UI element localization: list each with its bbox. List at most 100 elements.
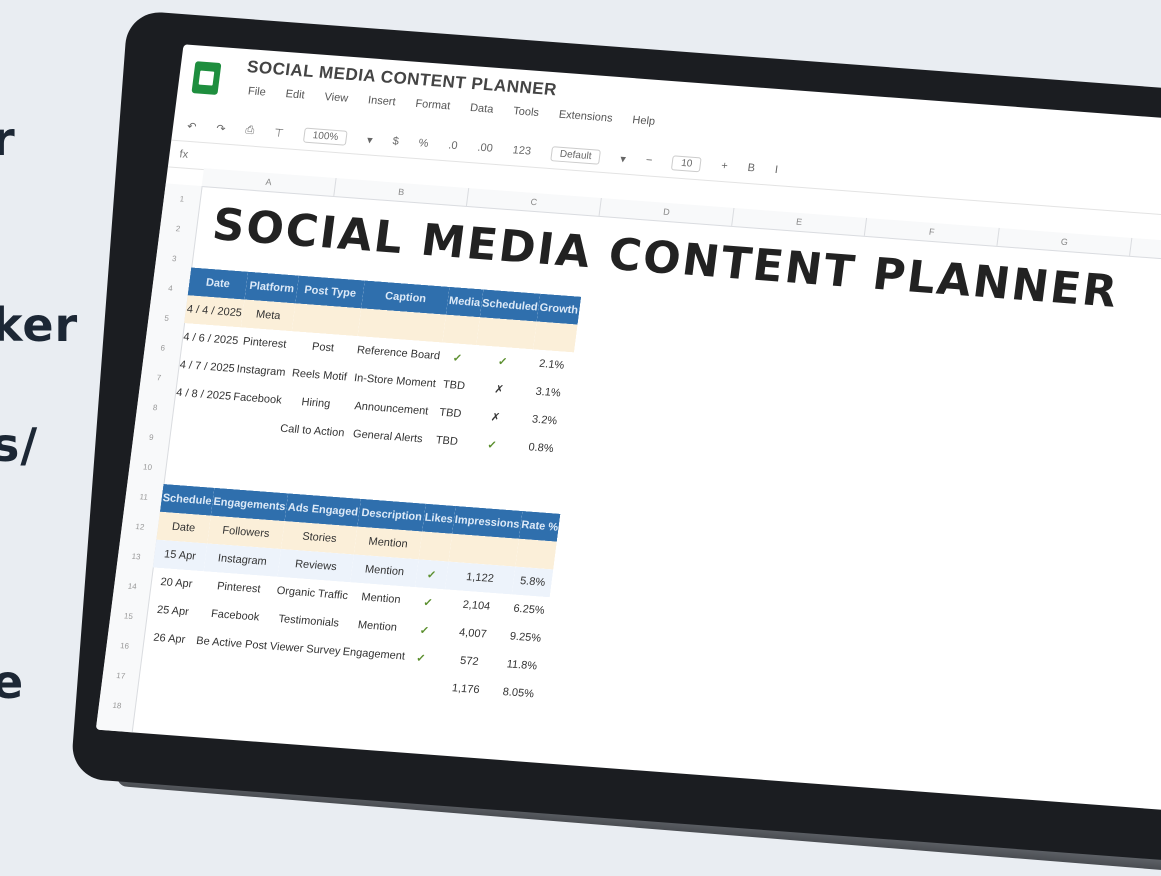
cross-icon[interactable]: ✗	[465, 401, 526, 433]
check-icon[interactable]: ✓	[462, 428, 523, 460]
row-header[interactable]: 18	[97, 690, 137, 722]
table-cell[interactable]: 1,176	[431, 673, 501, 706]
table-cell[interactable]: 5.8%	[511, 566, 554, 598]
row-header[interactable]: 3	[154, 243, 194, 275]
planner-header-scheduled[interactable]: Scheduled	[479, 289, 541, 322]
table-cell[interactable]	[418, 531, 453, 562]
table-cell[interactable]: 6.25%	[508, 594, 550, 625]
check-icon[interactable]: ✓	[404, 643, 438, 673]
redo-icon[interactable]: ↷	[216, 122, 227, 135]
table-cell[interactable]: Meta	[240, 299, 296, 332]
table-cell[interactable]	[170, 407, 230, 439]
table-cell[interactable]: 26 Apr	[142, 623, 196, 655]
tracker-header-likes[interactable]: Likes	[421, 503, 456, 534]
table-cell[interactable]: Call to Action	[278, 415, 348, 448]
row-header[interactable]: 16	[105, 630, 145, 662]
table-cell[interactable]: 2.1%	[530, 349, 574, 380]
row-header[interactable]: 10	[128, 451, 168, 483]
planner-header-platform[interactable]: Platform	[244, 271, 299, 304]
table-cell[interactable]	[515, 538, 558, 570]
table-cell[interactable]: 20 Apr	[149, 567, 203, 599]
font-select[interactable]: Default	[549, 145, 602, 165]
table-cell[interactable]: 3.1%	[526, 377, 570, 408]
table-cell[interactable]: TBD	[432, 398, 469, 428]
table-cell[interactable]: 25 Apr	[146, 595, 200, 627]
menu-help[interactable]: Help	[632, 114, 656, 128]
check-icon[interactable]: ✓	[411, 587, 445, 617]
row-header[interactable]: 8	[135, 392, 175, 424]
percent-button[interactable]: %	[418, 137, 429, 150]
table-cell[interactable]: General Alerts	[344, 420, 432, 454]
check-icon[interactable]: ✓	[439, 343, 476, 373]
table-cell[interactable]: 8.05%	[497, 678, 539, 709]
table-cell[interactable]: 15 Apr	[152, 539, 208, 572]
table-cell[interactable]: 0.8%	[519, 433, 563, 464]
table-cell[interactable]	[401, 671, 435, 701]
table-cell[interactable]	[263, 660, 340, 693]
row-header[interactable]: 6	[143, 332, 183, 364]
currency-button[interactable]: $	[392, 135, 400, 147]
table-cell[interactable]: 4 / 7 / 2025	[177, 351, 237, 383]
table-cell[interactable]: 4 / 6 / 2025	[181, 323, 241, 355]
planner-header-date[interactable]: Date	[187, 267, 249, 300]
table-cell[interactable]: Instagram	[234, 355, 288, 387]
sheet-grid[interactable]: A B C D E F G H 1 2 3 4 5 6 7 8 9 10 11	[95, 165, 1161, 812]
check-icon[interactable]: ✓	[408, 615, 442, 645]
table-cell[interactable]	[189, 655, 266, 688]
menu-format[interactable]: Format	[415, 98, 451, 113]
table-cell[interactable]: 4 / 8 / 2025	[173, 379, 233, 411]
row-header[interactable]: 9	[131, 422, 171, 454]
row-header[interactable]: 11	[124, 481, 164, 513]
table-cell[interactable]: 9.25%	[504, 622, 546, 653]
table-cell[interactable]	[442, 314, 480, 346]
italic-button[interactable]: I	[774, 164, 779, 176]
row-header[interactable]: 17	[101, 660, 141, 692]
table-cell[interactable]: 3.2%	[523, 405, 567, 436]
row-header[interactable]: 2	[158, 213, 198, 245]
row-header[interactable]: 5	[147, 303, 187, 335]
menu-data[interactable]: Data	[469, 102, 494, 116]
increase-decimal-button[interactable]: .00	[477, 142, 494, 155]
font-size-input[interactable]: 10	[671, 154, 703, 172]
planner-header-media[interactable]: Media	[446, 286, 483, 318]
table-cell[interactable]	[227, 411, 281, 443]
chevron-down-icon[interactable]: ▾	[620, 152, 627, 165]
row-header[interactable]: 13	[116, 541, 156, 573]
sheets-logo-icon[interactable]	[191, 61, 222, 95]
table-cell[interactable]: Facebook	[230, 383, 284, 415]
menu-insert[interactable]: Insert	[367, 94, 396, 108]
menu-file[interactable]: File	[247, 85, 266, 98]
table-cell[interactable]: Pinterest	[237, 327, 291, 359]
table-cell[interactable]	[139, 651, 193, 683]
row-header[interactable]: 12	[120, 511, 160, 543]
table-cell[interactable]	[336, 666, 404, 699]
table-cell[interactable]: Date	[156, 511, 211, 544]
tracker-header-rate[interactable]: Rate %	[518, 510, 561, 542]
table-cell[interactable]: TBD	[436, 370, 473, 400]
menu-extensions[interactable]: Extensions	[558, 109, 613, 125]
row-header[interactable]: 4	[151, 273, 191, 305]
column-header[interactable]: H	[1130, 237, 1161, 266]
row-header[interactable]: 14	[112, 571, 152, 603]
table-cell[interactable]	[475, 317, 537, 350]
check-icon[interactable]: ✓	[472, 345, 533, 377]
table-cell[interactable]: 11.8%	[501, 650, 543, 681]
font-size-increase-button[interactable]: +	[720, 160, 728, 172]
table-cell[interactable]	[533, 321, 578, 353]
menu-view[interactable]: View	[324, 91, 349, 105]
number-format-button[interactable]: 123	[512, 144, 532, 157]
cross-icon[interactable]: ✗	[469, 373, 530, 405]
menu-edit[interactable]: Edit	[285, 88, 305, 101]
check-icon[interactable]: ✓	[414, 559, 449, 590]
undo-icon[interactable]: ↶	[186, 119, 197, 133]
table-cell[interactable]: TBD	[428, 426, 465, 456]
bold-button[interactable]: B	[747, 162, 756, 174]
row-header[interactable]: 7	[139, 362, 179, 394]
print-icon[interactable]: ⎙	[245, 124, 255, 138]
tracker-header-schedule[interactable]: Schedule	[159, 483, 215, 516]
row-header[interactable]: 1	[162, 183, 202, 215]
decrease-decimal-button[interactable]: .0	[448, 139, 459, 152]
planner-header-growth[interactable]: Growth	[536, 293, 581, 325]
paint-format-icon[interactable]: ⊤	[273, 126, 284, 140]
font-size-decrease-button[interactable]: −	[645, 154, 653, 166]
